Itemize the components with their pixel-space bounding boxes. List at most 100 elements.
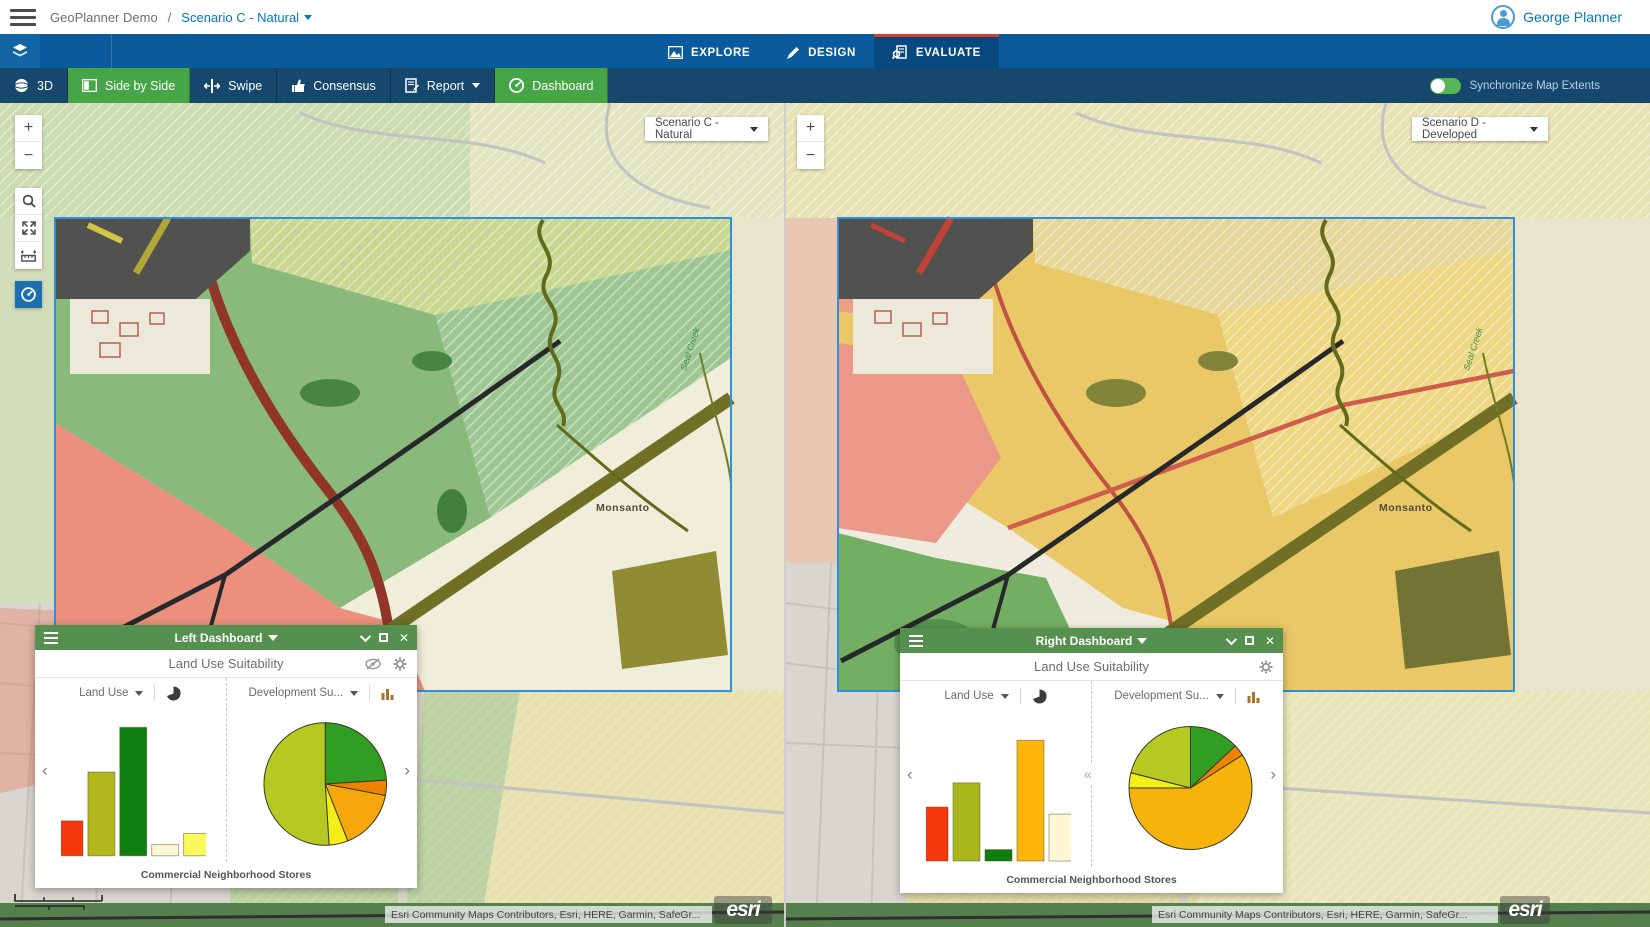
consensus-button[interactable]: Consensus <box>277 68 391 103</box>
layers-button[interactable] <box>0 34 40 68</box>
dashboard-button[interactable]: Dashboard <box>495 68 608 103</box>
right-dashboard-body: Land Use ‹ « Deve <box>900 681 1283 867</box>
full-extent-button[interactable] <box>15 215 42 242</box>
development-suitability-widget: Development Su... › <box>1092 681 1283 867</box>
close-icon[interactable]: ✕ <box>1265 635 1275 647</box>
top-bar: GeoPlanner Demo / Scenario C - Natural G… <box>0 0 1650 34</box>
gear-icon[interactable] <box>1259 660 1273 674</box>
map-tools-left <box>15 188 42 269</box>
right-dashboard-header: Right Dashboard ✕ <box>900 628 1283 653</box>
right-dashboard-panel: Right Dashboard ✕ Land Use Suitability <box>900 628 1283 893</box>
side-by-side-icon <box>82 79 97 92</box>
esri-logo-right[interactable]: esri <box>1500 896 1550 924</box>
chevron-down-icon[interactable] <box>350 691 358 696</box>
chevron-down-icon[interactable] <box>1001 694 1009 699</box>
right-dashboard-widget-titlebar: Land Use Suitability <box>900 653 1283 681</box>
user-avatar-icon <box>1491 5 1515 29</box>
breadcrumb: GeoPlanner Demo / Scenario C - Natural <box>50 10 312 25</box>
attribution-left: Esri Community Maps Contributors, Esri, … <box>385 906 712 923</box>
app-menu-icon[interactable] <box>0 0 46 34</box>
collapse-chevron-icon[interactable] <box>1226 635 1234 647</box>
scenario-selector-right[interactable]: Scenario D - Developed <box>1412 117 1548 141</box>
left-dashboard-body: Land Use ‹ Development Su... <box>35 678 417 862</box>
nav-divider <box>111 34 112 68</box>
dashboard-gauge-icon <box>509 78 524 93</box>
pie-chart-type-icon[interactable] <box>166 686 181 701</box>
breadcrumb-separator: / <box>168 10 172 25</box>
search-icon <box>22 194 36 208</box>
explore-map-icon <box>668 46 683 59</box>
scenario-breadcrumb-dropdown[interactable]: Scenario C - Natural <box>181 10 312 25</box>
report-button[interactable]: Report <box>391 68 496 103</box>
gear-icon[interactable] <box>393 657 407 671</box>
collapse-widgets-chevrons[interactable]: « <box>1084 764 1092 784</box>
zoom-out-button[interactable]: − <box>797 142 824 169</box>
chevron-down-icon <box>304 15 312 20</box>
maximize-icon[interactable] <box>379 632 388 644</box>
zoom-out-button[interactable]: − <box>15 142 42 169</box>
dashboard-panel-button[interactable] <box>15 281 42 308</box>
pie-chart-type-icon[interactable] <box>1032 689 1047 704</box>
land-use-bar-chart <box>926 715 1071 863</box>
scale-bar <box>14 893 106 913</box>
chevron-down-icon <box>1530 127 1538 132</box>
tab-evaluate[interactable]: EVALUATE <box>874 34 999 68</box>
user-menu[interactable]: George Planner <box>1491 0 1622 34</box>
zoom-control-right: + − <box>797 115 824 169</box>
development-suitability-widget: Development Su... › <box>227 678 418 862</box>
close-icon[interactable]: ✕ <box>399 632 409 644</box>
zoom-in-button[interactable]: + <box>15 115 42 142</box>
development-suitability-pie-chart <box>261 714 390 854</box>
carousel-next-button[interactable]: › <box>1270 766 1276 783</box>
widget-title: Land Use Suitability <box>35 656 417 671</box>
bar-chart-type-icon[interactable] <box>381 687 395 700</box>
search-button[interactable] <box>15 188 42 215</box>
3d-button[interactable]: 3D <box>0 68 68 103</box>
tab-design[interactable]: DESIGN <box>768 34 874 68</box>
evaluate-toolbar: 3D Side by Side Swipe Consensus <box>0 68 1650 103</box>
geoplanner-app: GeoPlanner Demo / Scenario C - Natural G… <box>0 0 1650 927</box>
tab-explore[interactable]: EXPLORE <box>650 34 768 68</box>
bar-widget-select[interactable]: Land Use <box>79 687 128 699</box>
dashboard-gauge-icon <box>21 287 36 302</box>
swipe-icon <box>204 79 220 93</box>
side-by-side-button[interactable]: Side by Side <box>68 68 190 103</box>
consensus-icon <box>291 78 305 93</box>
zoom-control-left: + − <box>15 115 42 169</box>
left-dashboard-widget-titlebar: Land Use Suitability <box>35 650 417 678</box>
esri-logo-left[interactable]: esri <box>714 896 772 924</box>
expand-arrows-icon <box>22 221 36 235</box>
map-workspace: Seal Creek Monsanto Scenario C - Natural… <box>0 103 1650 927</box>
scenario-selector-left[interactable]: Scenario C - Natural <box>645 117 768 141</box>
pencil-icon <box>786 46 800 60</box>
carousel-prev-button[interactable]: ‹ <box>42 762 48 779</box>
bar-widget-select[interactable]: Land Use <box>944 690 993 702</box>
breadcrumb-root[interactable]: GeoPlanner Demo <box>50 10 158 25</box>
land-use-widget: Land Use ‹ <box>900 681 1091 867</box>
evaluate-report-icon <box>892 45 908 60</box>
visibility-off-icon[interactable] <box>365 658 381 670</box>
swipe-button[interactable]: Swipe <box>190 68 277 103</box>
zoom-in-button[interactable]: + <box>797 115 824 142</box>
synchronize-map-extents-label: Synchronize Map Extents <box>1470 80 1600 92</box>
left-dashboard-footer-label: Commercial Neighborhood Stores <box>35 862 417 888</box>
report-icon <box>405 78 419 93</box>
carousel-next-button[interactable]: › <box>404 762 410 779</box>
synchronize-map-extents-toggle[interactable] <box>1430 78 1461 94</box>
measure-button[interactable] <box>15 242 42 269</box>
chevron-down-icon <box>750 127 758 132</box>
right-dashboard-footer-label: Commercial Neighborhood Stores <box>900 867 1283 893</box>
pie-widget-select[interactable]: Development Su... <box>248 687 343 699</box>
chevron-down-icon[interactable] <box>1216 694 1224 699</box>
maximize-icon[interactable] <box>1245 635 1254 647</box>
left-dashboard-panel: Left Dashboard ✕ Land Use Suitability <box>35 625 417 888</box>
pie-widget-select[interactable]: Development Su... <box>1114 690 1209 702</box>
bar-chart-type-icon[interactable] <box>1247 690 1261 703</box>
chevron-down-icon <box>472 83 480 88</box>
user-name: George Planner <box>1523 9 1622 25</box>
mode-tabs: EXPLORE DESIGN EVALUATE <box>650 34 999 68</box>
collapse-chevron-icon[interactable] <box>360 632 368 644</box>
layers-icon <box>11 42 29 60</box>
chevron-down-icon[interactable] <box>135 691 143 696</box>
carousel-prev-button[interactable]: ‹ <box>907 766 913 783</box>
